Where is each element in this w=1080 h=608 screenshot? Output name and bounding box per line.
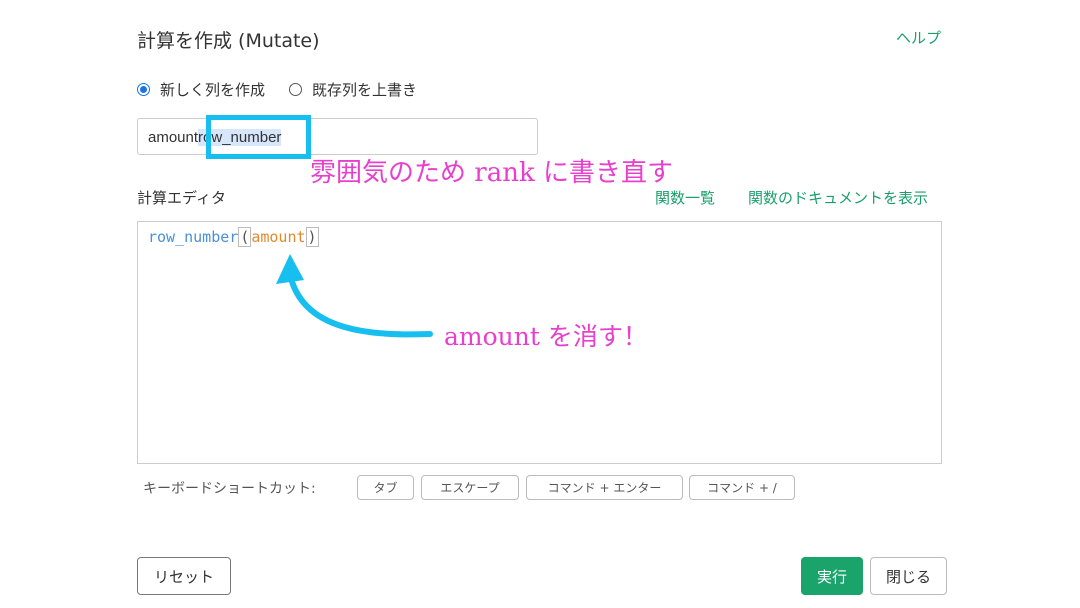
shortcut-key-escape: エスケープ — [421, 475, 519, 500]
mode-radio-group: 新しく列を作成 既存列を上書き — [137, 79, 441, 100]
curved-arrow-annotation — [276, 254, 433, 338]
function-docs-link[interactable]: 関数のドキュメントを表示 — [748, 187, 928, 208]
editor-code-line[interactable]: row_number(amount) — [148, 227, 319, 247]
shortcut-key-tab: タブ — [357, 475, 414, 500]
shortcut-label: キーボードショートカット: — [143, 481, 316, 497]
delete-annotation: amount を消す！ — [444, 322, 648, 351]
column-name-input[interactable]: amountrow_number — [137, 118, 538, 155]
rename-annotation: 雰囲気のため rank に書き直す — [310, 158, 673, 188]
code-open-paren: ( — [238, 227, 252, 247]
shortcut-key-cmd-slash: コマンド + / — [689, 475, 795, 500]
function-list-link[interactable]: 関数一覧 — [655, 187, 715, 208]
code-argument: amount — [251, 228, 306, 246]
radio-create-new-column[interactable]: 新しく列を作成 — [137, 79, 265, 100]
reset-button[interactable]: リセット — [137, 557, 231, 595]
radio-overwrite-column[interactable]: 既存列を上書き — [289, 79, 417, 100]
run-button[interactable]: 実行 — [801, 557, 863, 595]
highlight-box-annotation — [206, 115, 311, 159]
radio-unchecked-icon[interactable] — [289, 83, 303, 96]
close-button[interactable]: 閉じる — [870, 557, 947, 595]
dialog-title: 計算を作成 (Mutate) — [137, 30, 320, 52]
column-name-prefix: amount — [148, 129, 199, 146]
help-link[interactable]: ヘルプ — [896, 27, 941, 48]
radio-label-create: 新しく列を作成 — [160, 81, 266, 99]
code-close-paren: ) — [305, 227, 319, 247]
editor-label: 計算エディタ — [137, 189, 226, 207]
radio-checked-icon[interactable] — [137, 83, 150, 96]
code-function-name: row_number — [148, 228, 239, 246]
radio-label-overwrite: 既存列を上書き — [312, 81, 418, 99]
shortcut-key-cmd-enter: コマンド + エンター — [526, 475, 683, 500]
